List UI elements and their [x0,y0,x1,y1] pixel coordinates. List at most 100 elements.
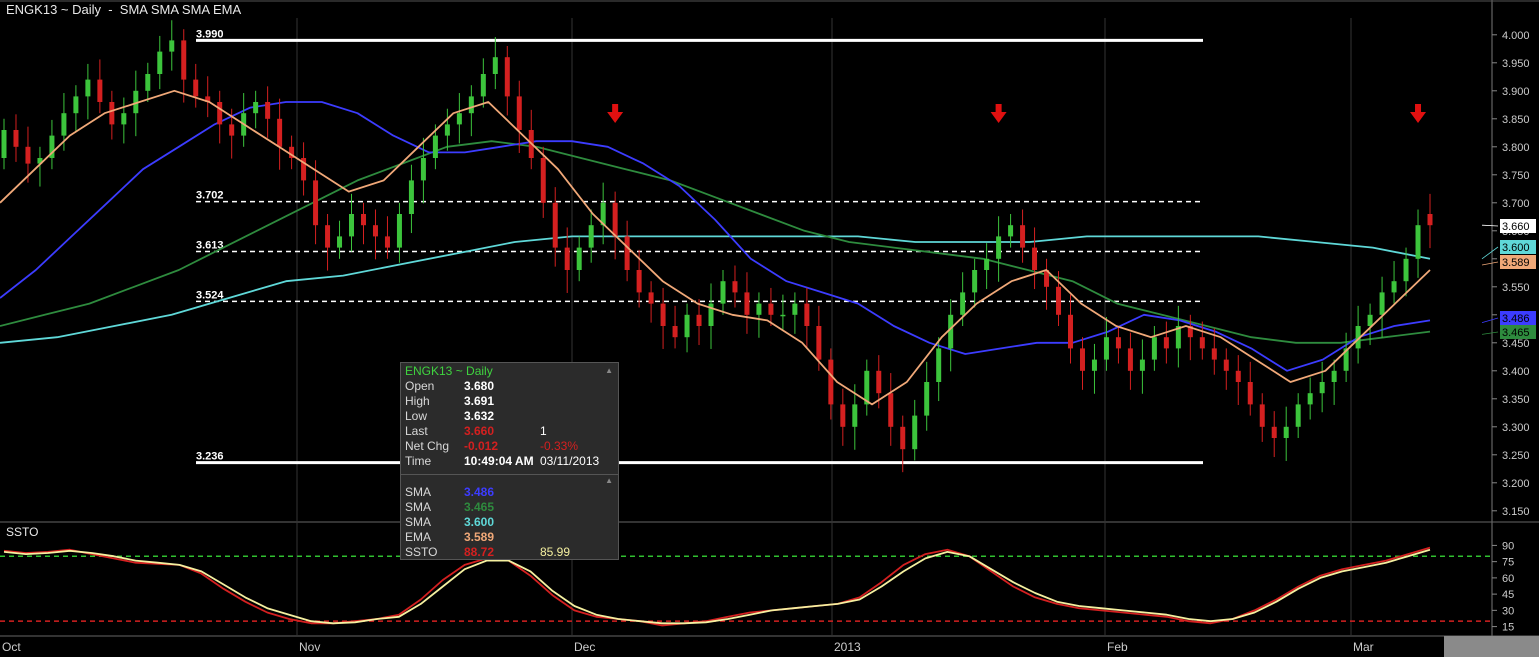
candle-body [876,370,882,394]
row-label: EMA [405,530,432,544]
row-label: Net Chg [405,439,450,453]
x-tick-label: Nov [299,640,320,654]
ssto-panel-title: SSTO [6,525,39,539]
horizontal-scrollbar[interactable] [1444,636,1539,657]
candle-body [984,258,990,270]
candle-body [816,326,822,360]
candle-body [181,40,187,80]
candle-body [73,96,79,114]
candle-body [780,314,786,317]
data-window-row: EMA 3.589 [401,530,618,545]
down-arrow-marker [990,104,1007,123]
candle-body [828,359,834,405]
ssto-y-tick-label: 90 [1502,540,1514,552]
row-label: Last [405,424,428,438]
data-window-row: Net Chg -0.012 -0.33% [401,439,618,454]
candle-body [732,281,738,293]
x-tick-label: Oct [2,640,21,654]
row-value-2: 1 [540,424,547,438]
candle-body [900,426,906,450]
chart-title: ENGK13 ~ Daily - SMA SMA SMA EMA [6,2,242,17]
candle-body [313,180,319,226]
data-window-row: High 3.691 [401,394,618,409]
row-value: 3.600 [464,515,495,529]
candle-body [552,202,558,248]
row-value: 10:49:04 AM [464,454,534,468]
candle-body [1079,348,1085,371]
candle-body [756,303,762,315]
scroll-up-icon[interactable]: ▲ [605,476,613,485]
row-value: 3.680 [464,379,495,393]
candle-body [61,113,67,136]
arrow-head [990,112,1007,123]
candle-body [1415,225,1421,259]
badge-leader [1481,224,1499,227]
candle-body [325,225,331,248]
candle-body [792,303,798,315]
row-value: 3.589 [464,530,495,544]
row-value: 3.465 [464,500,495,514]
candle-body [1247,382,1253,405]
candle-body [636,270,642,293]
candle-body [1235,370,1241,382]
candle-body [157,51,163,74]
row-label: SMA [405,485,432,499]
candle-body [888,393,894,427]
y-tick-label: 3.950 [1502,58,1530,70]
candle-body [229,124,235,136]
arrow-stem [612,104,619,112]
data-window-row: SMA 3.486 [401,485,618,500]
arrow-head [607,112,624,123]
candle-body [564,247,570,270]
x-tick-label: Dec [574,640,595,654]
candle-body [1271,426,1277,438]
ssto-y-tick-label: 75 [1502,557,1514,569]
candle-body [349,214,355,237]
candle-body [360,214,366,226]
candle-body [1295,404,1301,427]
candle-body [97,79,103,102]
ssto-y-tick-label: 15 [1502,622,1514,634]
x-tick-label: Feb [1107,640,1128,654]
row-value: 3.660 [464,424,495,438]
level-label: 3.702 [196,190,224,202]
badge-leader [1481,331,1499,335]
row-value: 3.691 [464,394,495,408]
candle-body [145,74,151,91]
candle-body [265,102,271,119]
candle-body [696,314,702,326]
candle-body [1403,258,1409,282]
candle-body [1223,359,1229,371]
candle-body [1259,404,1265,427]
row-value-2: 03/11/2013 [540,454,600,468]
candle-body [660,303,666,326]
data-window-row: SSTO 88.72 85.99 [401,545,618,560]
data-window-row: SMA 3.465 [401,500,618,515]
candle-body [25,146,31,164]
candle-body [372,225,378,237]
candle-body [516,96,522,130]
row-value-2: -0.33% [540,439,579,453]
candle-body [85,79,91,97]
candle-body [960,292,966,315]
candle-body [948,314,954,349]
candle-body [768,303,774,315]
y-tick-label: 3.900 [1502,86,1530,98]
candle-body [432,135,438,158]
candle-body [1139,359,1145,371]
candle-body [1211,348,1217,360]
candle-body [924,382,930,416]
candle-body [1379,292,1385,315]
candle-body [504,57,510,97]
candle-body [13,130,19,147]
last-value-badge-label: 3.600 [1502,242,1530,254]
candle-body [804,303,810,326]
y-tick-label: 3.150 [1502,506,1530,518]
scroll-up-icon[interactable]: ▲ [605,366,613,375]
data-window[interactable]: ENGK13 ~ Daily ▲ Open 3.680 High 3.691 Low 3.… [400,362,619,560]
candle-body [1068,314,1074,349]
candle-body [456,113,462,125]
candle-body [1008,225,1014,237]
candle-body [996,236,1002,259]
ssto-y-tick-label: 45 [1502,589,1514,601]
